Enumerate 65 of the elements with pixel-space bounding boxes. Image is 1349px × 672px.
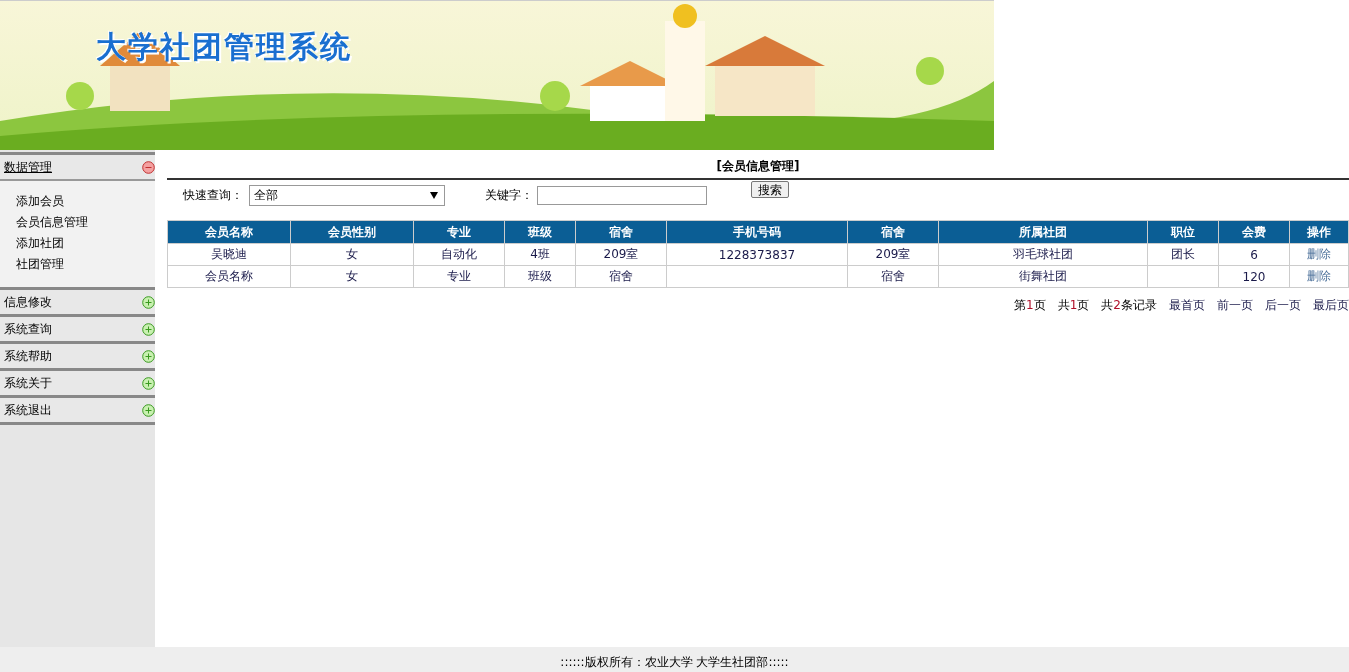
keyword-field[interactable] [537,186,707,205]
dropdown-arrow-icon [430,192,438,199]
copyright-text: ::::::版权所有：农业大学 大学生社团部::::: [560,654,789,671]
table-cell: 宿舍 [575,265,667,288]
table-cell: 209室 [847,243,939,266]
menu-section-label: 系统查询 [4,320,52,338]
page-info: 共2条记录 [1101,297,1157,314]
quick-query-dropdown[interactable]: 全部 [249,185,445,206]
column-header: 宿舍 [575,220,667,244]
page-title: [会员信息管理] [167,158,1349,180]
column-header: 所属社团 [938,220,1148,244]
page-info: 第1页 [1014,297,1046,314]
table-cell: 1228373837 [666,243,848,266]
column-header: 会员性别 [290,220,414,244]
table-cell [1147,265,1219,288]
page-link[interactable]: 最首页 [1169,297,1205,314]
table-cell: 209室 [575,243,667,266]
menu-section-label: 数据管理 [4,158,52,176]
expand-icon[interactable] [142,403,155,417]
menu-section-label: 系统帮助 [4,347,52,365]
column-header: 宿舍 [847,220,939,244]
column-header: 班级 [504,220,576,244]
collapse-icon[interactable] [142,160,155,174]
column-header: 手机号码 [666,220,848,244]
quick-query-label: 快速查询： [183,187,243,204]
column-header: 会员名称 [167,220,291,244]
column-header: 会费 [1218,220,1290,244]
menu-section-label: 信息修改 [4,293,52,311]
page-link[interactable]: 后一页 [1265,297,1301,314]
column-header: 操作 [1289,220,1349,244]
menu-section-label: 系统关于 [4,374,52,392]
table-cell: 宿舍 [847,265,939,288]
table-cell: 团长 [1147,243,1219,266]
table-cell: 会员名称 [167,265,291,288]
table-cell: 羽毛球社团 [938,243,1148,266]
table-cell: 专业 [413,265,505,288]
menu-item[interactable]: 会员信息管理 [16,212,88,233]
site-title: 大学社团管理系统 [96,28,352,66]
menu-item[interactable]: 添加会员 [16,191,64,212]
page-info: 共1页 [1057,297,1090,314]
table-cell: 120 [1218,265,1290,288]
column-header: 职位 [1147,220,1219,244]
table-cell: 女 [290,243,414,266]
table-cell: 4班 [504,243,576,266]
delete-link[interactable]: 删除 [1307,247,1331,261]
expand-icon[interactable] [142,322,155,336]
table-cell: 吴晓迪 [167,243,291,266]
menu-item[interactable]: 添加社团 [16,233,64,254]
keyword-label: 关键字： [485,187,533,204]
page-link[interactable]: 最后页 [1313,297,1349,314]
menu-section-label: 系统退出 [4,401,52,419]
menu-item[interactable]: 社团管理 [16,254,64,275]
search-button[interactable]: 搜索 [751,181,789,198]
delete-link[interactable]: 删除 [1307,269,1331,283]
menu-section-header[interactable]: 系统退出 [0,395,155,425]
expand-icon[interactable] [142,349,155,363]
table-cell: 班级 [504,265,576,288]
expand-icon[interactable] [142,295,155,309]
table-cell: 女 [290,265,414,288]
table-cell: 6 [1218,243,1290,266]
page-link[interactable]: 前一页 [1217,297,1253,314]
table-cell: 街舞社团 [938,265,1148,288]
expand-icon[interactable] [142,376,155,390]
column-header: 专业 [413,220,505,244]
table-cell: 自动化 [413,243,505,266]
